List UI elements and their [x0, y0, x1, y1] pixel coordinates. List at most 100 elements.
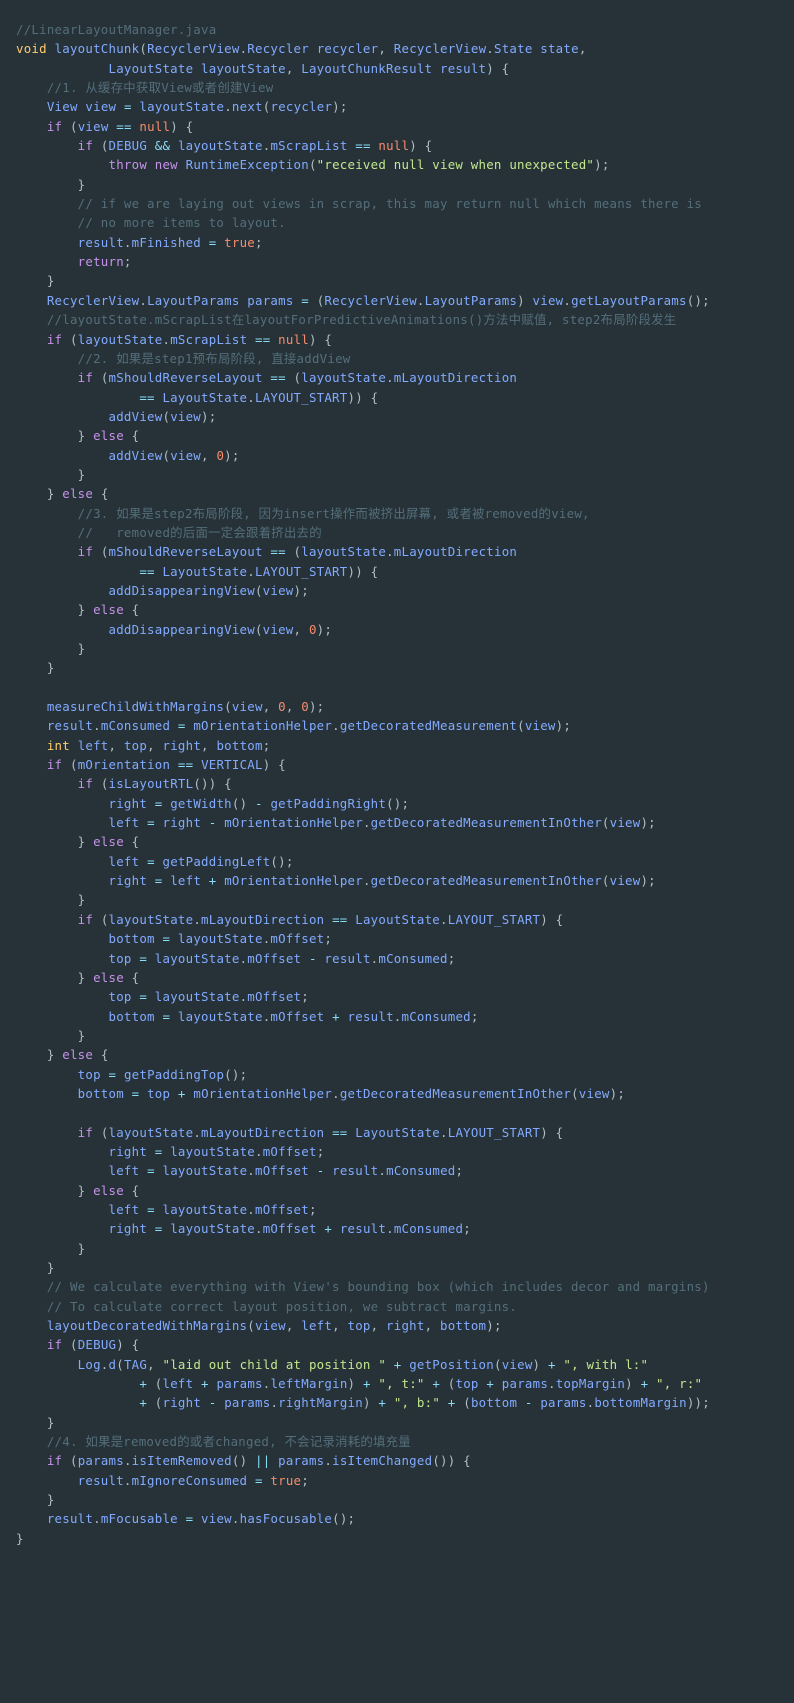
code-token-pn: )) { — [347, 389, 379, 405]
code-token-id: TAG — [123, 1356, 148, 1372]
code-token-id: top — [108, 989, 132, 1005]
code-token-id: mOrientation — [77, 757, 171, 773]
code-token-id: mConsumed — [386, 1163, 456, 1179]
code-line: //1. 从缓存中获取View或者创建View — [16, 78, 794, 97]
code-token-pn: . — [324, 1453, 333, 1469]
code-token-kw: else — [93, 428, 124, 444]
code-token-id: mConsumed — [378, 950, 448, 966]
code-token-op: = — [123, 99, 132, 115]
code-token-id: getPosition — [409, 1356, 494, 1372]
code-token-pn: ) — [362, 1395, 379, 1411]
code-token-pn: ( — [100, 911, 109, 927]
code-token-nu: null — [378, 138, 410, 154]
code-token-op: + — [547, 1356, 556, 1372]
code-token-pn: } — [77, 428, 94, 444]
code-token-op: + — [177, 1085, 186, 1101]
code-token-id: getPaddingTop — [123, 1066, 225, 1082]
code-token-id: result — [339, 1221, 387, 1237]
code-token-id: getDecoratedMeasurementInOther — [370, 873, 602, 889]
code-token-kw: else — [93, 834, 124, 850]
code-token-id: VERTICAL — [201, 757, 263, 773]
code-token-pn: . — [362, 815, 371, 831]
code-token-id: result — [46, 1511, 94, 1527]
code-token-op: + — [378, 1395, 387, 1411]
code-token-op: + — [486, 1376, 495, 1392]
code-token-id: mLayoutDirection — [201, 911, 325, 927]
code-token-pn: } — [77, 1027, 86, 1043]
code-token-op: = — [147, 853, 155, 869]
code-token-pn: } — [77, 969, 94, 985]
code-token-id: right — [162, 737, 202, 753]
code-token-c: //4. 如果是removed的或者changed, 不会记录消耗的填充量 — [46, 1434, 411, 1450]
code-token-pn: )); — [686, 1395, 710, 1411]
code-line: == LayoutState.LAYOUT_START)) { — [16, 562, 794, 581]
code-token-op: + — [432, 1376, 441, 1392]
code-line: if (mShouldReverseLayout == (layoutState… — [16, 368, 794, 387]
code-token-pn: ( — [254, 582, 263, 598]
code-token-pn: ( — [69, 1337, 78, 1353]
code-token-op: + — [139, 1395, 148, 1411]
code-token-op: = — [301, 292, 309, 308]
code-token-id: getLayoutParams — [571, 292, 687, 308]
code-token-c: //layoutState.mScrapList在layoutForPredic… — [46, 312, 677, 328]
code-token-id: result — [77, 234, 124, 250]
code-token-id: top — [347, 1318, 371, 1334]
code-line: } else { — [16, 484, 794, 503]
code-token-pn: . — [393, 1008, 402, 1024]
code-token-nu: null — [139, 118, 171, 134]
code-line: if (DEBUG) { — [16, 1335, 794, 1354]
code-token-pn: , — [378, 41, 394, 57]
code-token-id: isItemChanged — [332, 1453, 433, 1469]
code-token-id: view — [201, 1511, 232, 1527]
code-line: //2. 如果是step1预布局阶段, 直接addView — [16, 349, 794, 368]
code-token-id: result — [347, 1008, 394, 1024]
code-token-pn: , — [108, 737, 124, 753]
code-token-pn: ) — [532, 1356, 548, 1372]
code-token-kw: return — [77, 254, 124, 270]
code-token-id: left — [301, 1318, 333, 1334]
code-token-cls: LayoutState — [355, 911, 441, 927]
code-token-op: + — [139, 1376, 148, 1392]
code-token-pn: . — [231, 1511, 240, 1527]
code-token-id: mOrientationHelper — [224, 815, 363, 831]
code-token-op: == — [332, 911, 348, 927]
code-token-pn: . — [255, 1143, 263, 1159]
code-line: top = layoutState.mOffset - result.mCons… — [16, 949, 794, 968]
code-token-id: layoutState — [177, 931, 263, 947]
code-line: addView(view, 0); — [16, 446, 794, 465]
code-block[interactable]: //LinearLayoutManager.java void layoutChu… — [0, 0, 794, 1568]
code-token-pn: , — [262, 699, 279, 715]
code-token-id: mOffset — [247, 989, 302, 1005]
code-line: //3. 如果是step2布局阶段, 因为insert操作而被挤出屏幕, 或者被… — [16, 504, 794, 523]
code-token-cls: RecyclerView — [324, 292, 417, 308]
code-line: // if we are laying out views in scrap, … — [16, 194, 794, 213]
code-token-pn: { — [100, 1047, 109, 1063]
code-token-op: + — [324, 1221, 333, 1237]
code-line: } — [16, 639, 794, 658]
code-token-id: bottom — [108, 1008, 155, 1024]
code-token-pn: ( — [100, 544, 109, 560]
